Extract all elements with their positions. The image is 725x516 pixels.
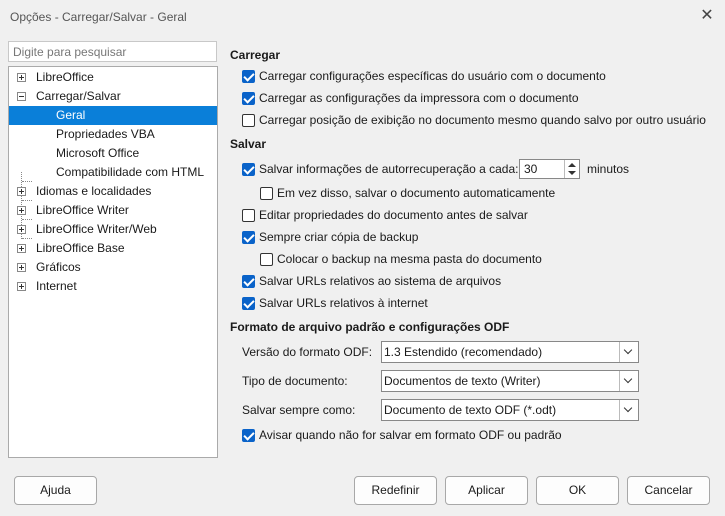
chevron-down-icon[interactable] (619, 371, 638, 391)
backup-same-folder-checkbox[interactable] (260, 253, 273, 266)
tree-item-internet[interactable]: Internet (9, 277, 217, 296)
load-section-title: Carregar (230, 48, 281, 62)
tree-item-charts[interactable]: Gráficos (9, 258, 217, 277)
options-tree[interactable]: LibreOffice Carregar/Salvar Geral Propri… (8, 66, 218, 458)
backup-checkbox[interactable] (242, 231, 255, 244)
always-save-as-label: Salvar sempre como: (242, 403, 356, 417)
expand-plus-icon[interactable] (17, 282, 26, 291)
relative-fs-urls-checkbox[interactable] (242, 275, 255, 288)
tree-item-load-save[interactable]: Carregar/Salvar (9, 87, 217, 106)
expand-plus-icon[interactable] (17, 244, 26, 253)
tree-item-base[interactable]: LibreOffice Base (9, 239, 217, 258)
odf-version-select[interactable]: 1.3 Estendido (recomendado) (381, 341, 639, 363)
tree-item-languages[interactable]: Idiomas e localidades (9, 182, 217, 201)
autorecovery-unit-label: minutos (587, 162, 630, 176)
cancel-button[interactable]: Cancelar (627, 476, 710, 505)
chevron-down-icon[interactable] (619, 342, 638, 362)
collapse-minus-icon[interactable] (17, 92, 26, 101)
expand-plus-icon[interactable] (17, 263, 26, 272)
tree-item-microsoft-office[interactable]: Microsoft Office (9, 144, 217, 163)
expand-plus-icon[interactable] (17, 225, 26, 234)
apply-button[interactable]: Aplicar (445, 476, 528, 505)
save-section-title: Salvar (230, 137, 267, 151)
tree-item-writer-web[interactable]: LibreOffice Writer/Web (9, 220, 217, 239)
load-user-settings-checkbox[interactable] (242, 70, 255, 83)
tree-item-libreoffice[interactable]: LibreOffice (9, 68, 217, 87)
expand-plus-icon[interactable] (17, 187, 26, 196)
spin-up-icon[interactable] (568, 163, 576, 167)
warn-non-odf-checkbox[interactable] (242, 429, 255, 442)
tree-item-writer[interactable]: LibreOffice Writer (9, 201, 217, 220)
edit-properties-checkbox[interactable] (242, 209, 255, 222)
autosave-checkbox[interactable] (260, 187, 273, 200)
stepper-buttons[interactable] (564, 160, 579, 178)
reset-button[interactable]: Redefinir (354, 476, 437, 505)
help-button[interactable]: Ajuda (14, 476, 97, 505)
tree-item-html-compatibility[interactable]: Compatibilidade com HTML (9, 163, 217, 182)
format-section-title: Formato de arquivo padrão e configuraçõe… (230, 320, 510, 334)
title-bar: Opções - Carregar/Salvar - Geral ✕ (0, 0, 725, 34)
tree-item-general[interactable]: Geral (9, 106, 217, 125)
expand-plus-icon[interactable] (17, 206, 26, 215)
autorecovery-checkbox[interactable] (242, 163, 255, 176)
document-type-select[interactable]: Documentos de texto (Writer) (381, 370, 639, 392)
odf-version-label: Versão do formato ODF: (242, 345, 373, 359)
autorecovery-minutes-stepper[interactable]: 30 (519, 159, 580, 179)
relative-internet-urls-checkbox[interactable] (242, 297, 255, 310)
load-printer-settings-checkbox[interactable] (242, 92, 255, 105)
autorecovery-minutes-value[interactable]: 30 (524, 162, 537, 176)
spin-down-icon[interactable] (568, 171, 576, 175)
tree-item-vba-properties[interactable]: Propriedades VBA (9, 125, 217, 144)
chevron-down-icon[interactable] (619, 400, 638, 420)
always-save-as-select[interactable]: Documento de texto ODF (*.odt) (381, 399, 639, 421)
close-icon[interactable]: ✕ (699, 8, 715, 24)
ok-button[interactable]: OK (536, 476, 619, 505)
expand-plus-icon[interactable] (17, 73, 26, 82)
search-input[interactable] (8, 41, 217, 62)
window-title: Opções - Carregar/Salvar - Geral (10, 10, 187, 24)
document-type-label: Tipo de documento: (242, 374, 348, 388)
load-view-position-checkbox[interactable] (242, 114, 255, 127)
